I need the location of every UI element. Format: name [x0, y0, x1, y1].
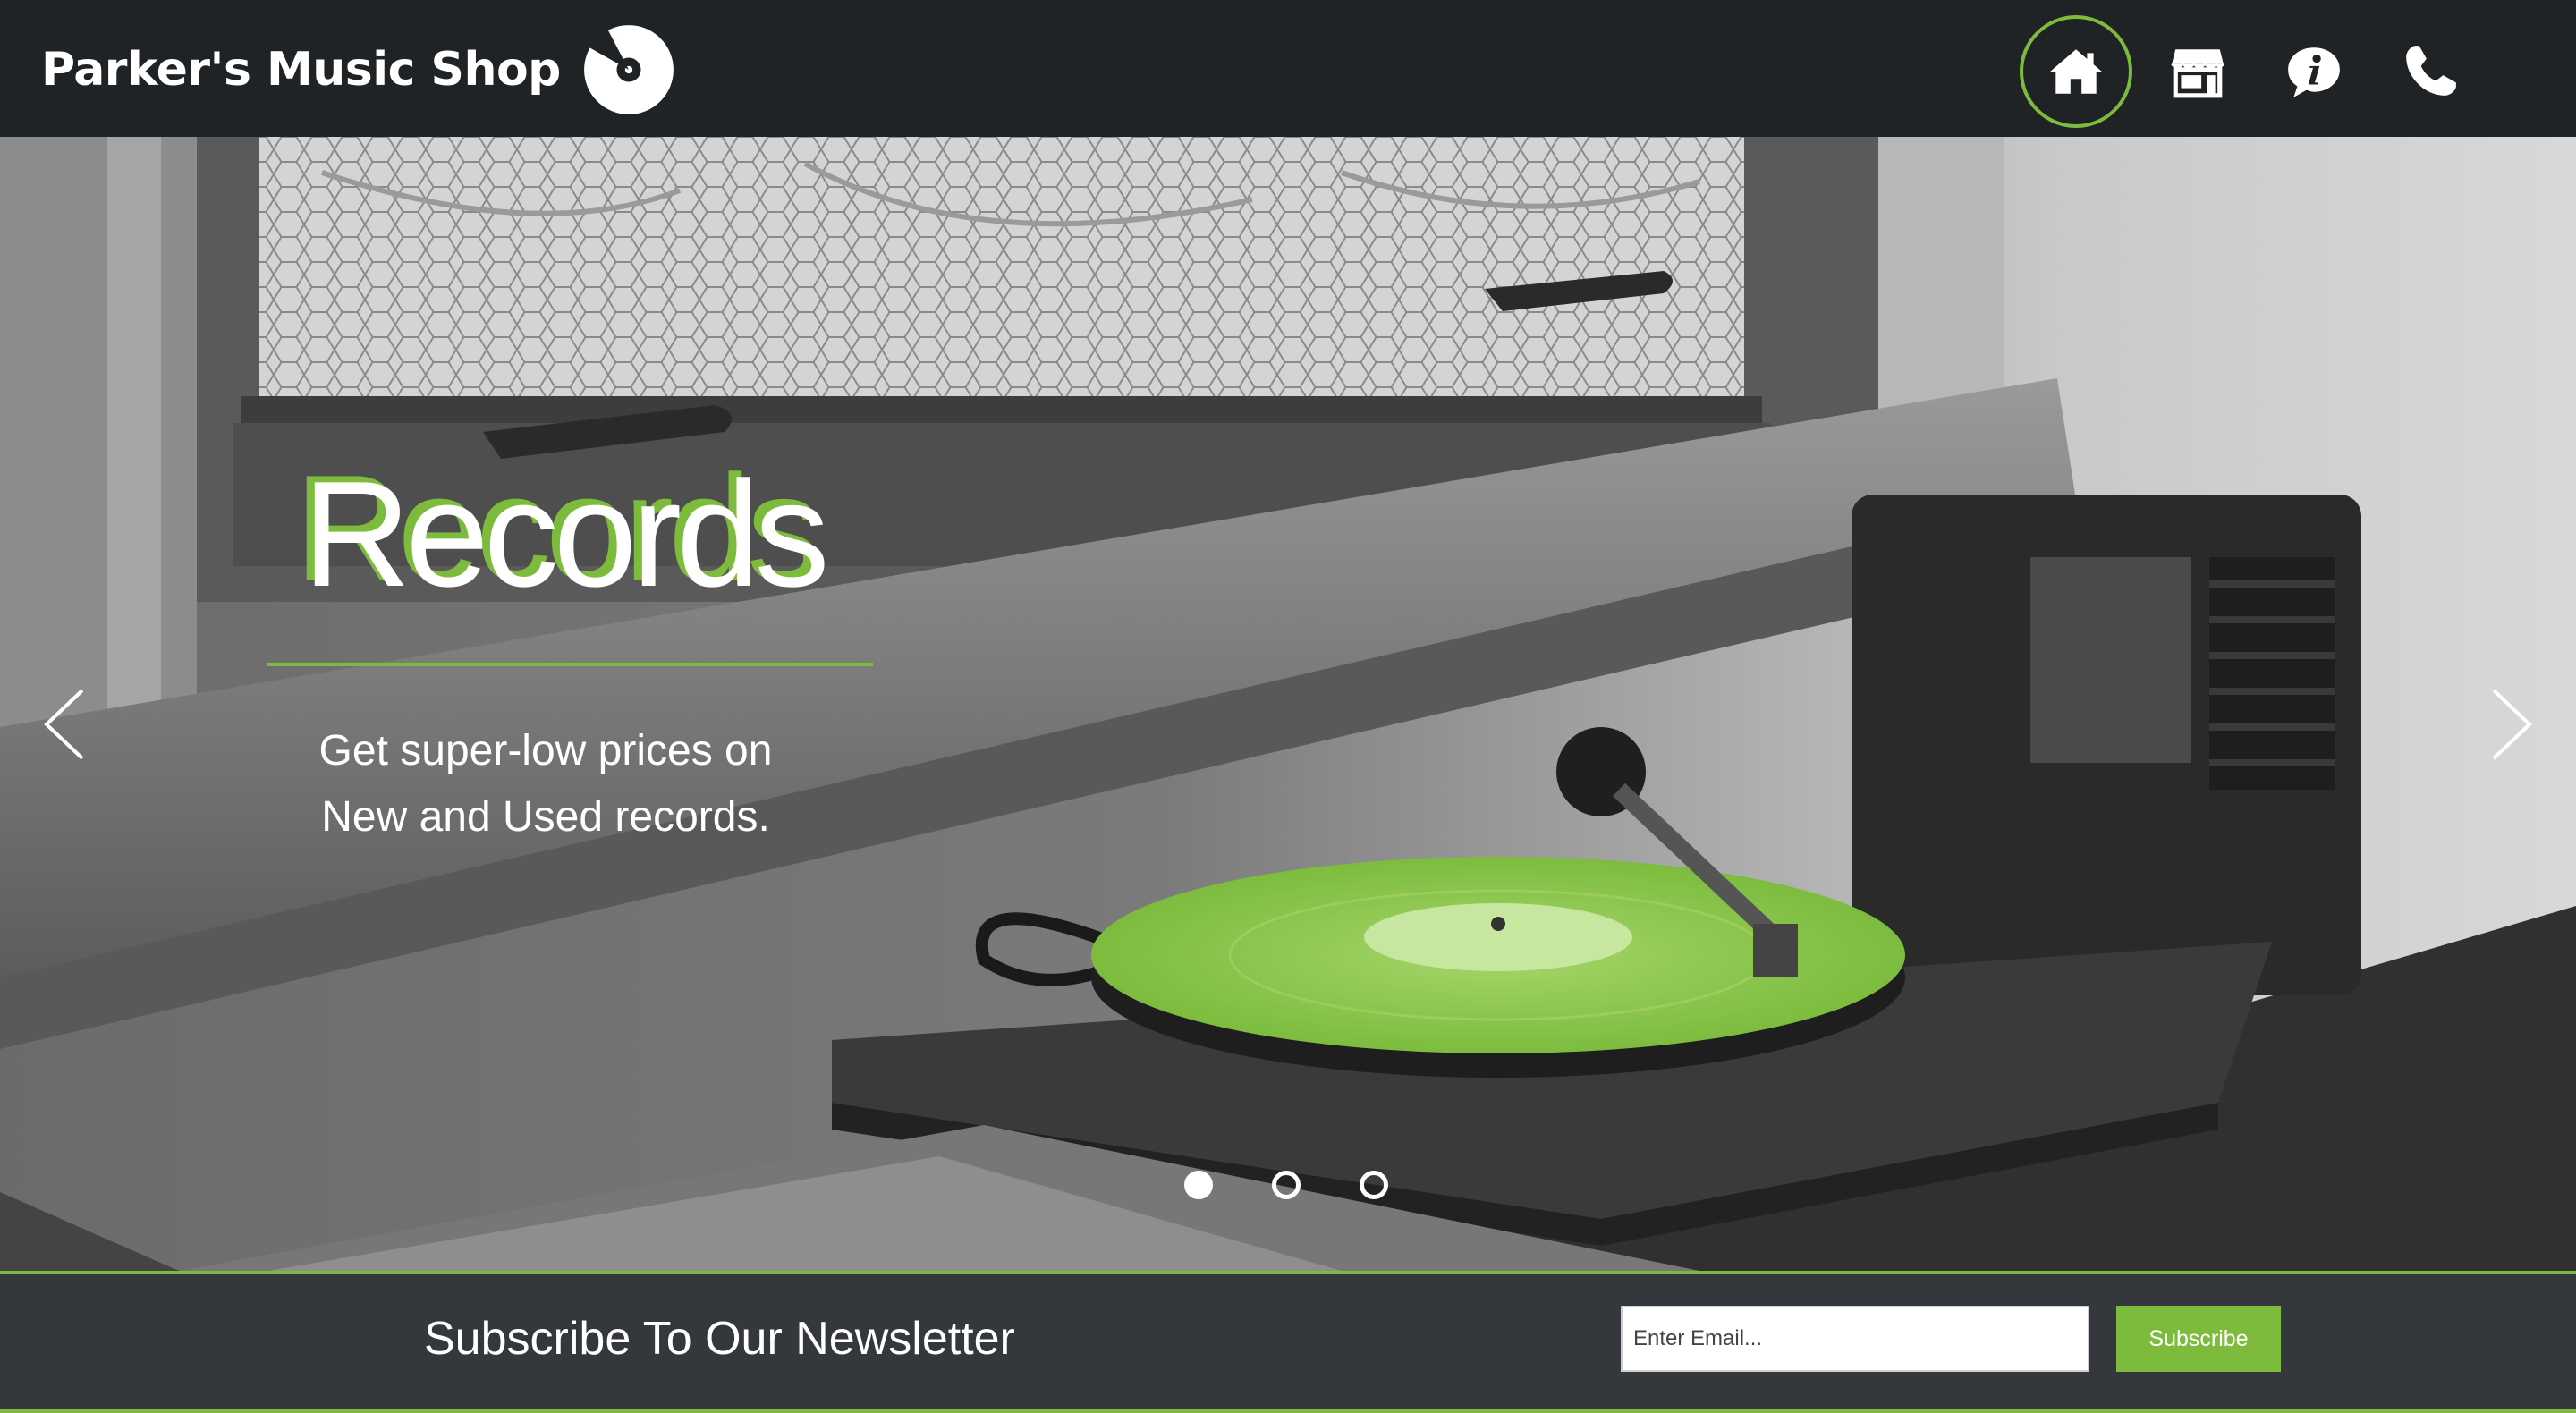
carousel-dot-2[interactable]	[1272, 1171, 1301, 1199]
carousel-dot-3[interactable]	[1360, 1171, 1388, 1199]
info-icon	[2288, 47, 2340, 97]
hero-subtitle-line1: Get super-low prices on	[318, 727, 773, 774]
newsletter-title: Subscribe To Our Newsletter	[424, 1313, 1015, 1365]
nav-store[interactable]	[2141, 15, 2254, 128]
nav-home[interactable]	[2020, 15, 2132, 128]
nav-contact[interactable]	[2374, 15, 2487, 128]
carousel-indicators	[1166, 1167, 1426, 1203]
newsletter-bar: Subscribe To Our Newsletter Subscribe	[0, 1271, 2576, 1413]
phone-icon	[2406, 46, 2456, 96]
subscribe-button[interactable]: Subscribe	[2116, 1306, 2281, 1372]
newsletter-bottom-border	[0, 1409, 2576, 1413]
chevron-right-icon	[2492, 689, 2532, 760]
nav-info[interactable]	[2258, 15, 2370, 128]
carousel-next-button[interactable]	[2476, 675, 2547, 774]
home-icon	[2050, 49, 2102, 94]
carousel-prev-button[interactable]	[29, 675, 100, 774]
site-header: Parker's Music Shop	[0, 0, 2576, 137]
main-nav	[0, 15, 2576, 131]
storefront-icon	[2171, 49, 2224, 98]
hero-title: Records	[302, 450, 830, 618]
hero-subtitle-line2: New and Used records.	[321, 793, 770, 841]
carousel-dot-1[interactable]	[1184, 1171, 1213, 1199]
hero-background-image	[0, 137, 2576, 1271]
hero-subtitle: Get super-low prices on New and Used rec…	[250, 718, 841, 850]
email-field[interactable]	[1621, 1306, 2089, 1372]
hero-divider	[267, 663, 873, 666]
hero-carousel: Records Get super-low prices on New and …	[0, 137, 2576, 1271]
chevron-left-icon	[44, 689, 84, 760]
